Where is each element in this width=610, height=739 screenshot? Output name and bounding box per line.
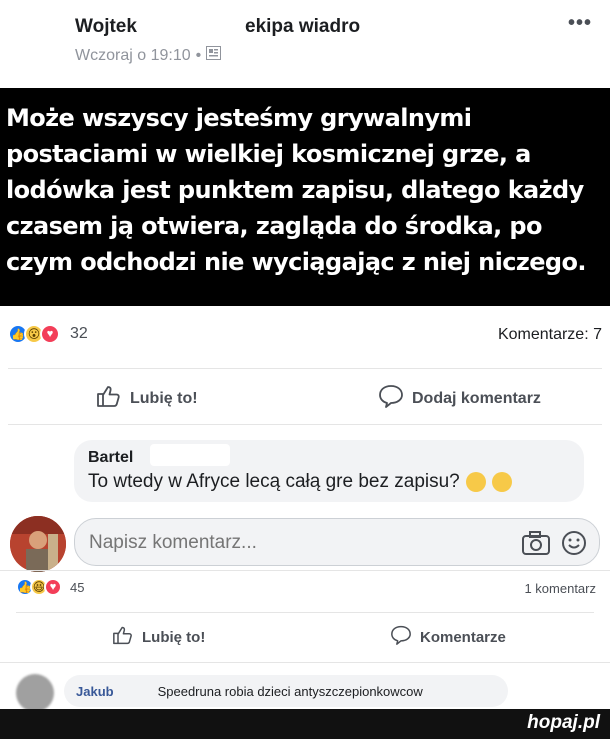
neutral-emoji-icon — [491, 472, 512, 492]
name-redaction — [150, 444, 230, 466]
comment-input[interactable] — [89, 530, 489, 556]
like-label: Lubię to! — [130, 389, 198, 407]
thumbs-up-icon — [96, 384, 122, 413]
more-options-button[interactable]: ••• — [568, 12, 592, 35]
reactions-summary-2[interactable]: 👍 😆 ♥ 45 — [16, 578, 84, 596]
comments-count[interactable]: Komentarze: 7 — [498, 326, 602, 344]
post-group[interactable]: ekipa wiadro — [245, 16, 360, 38]
thumbs-up-icon — [112, 625, 134, 649]
camera-icon[interactable] — [521, 530, 551, 561]
post-author[interactable]: Wojtek — [75, 16, 137, 38]
add-comment-label: Dodaj komentarz — [412, 389, 541, 407]
comments-count[interactable]: 1 komentarz — [524, 581, 596, 596]
emoji-icon[interactable] — [561, 530, 587, 561]
add-comment-button[interactable]: Dodaj komentarz — [378, 384, 541, 413]
group-audience-icon — [206, 46, 222, 65]
reply-bubble: Jakub Speedruna robia dzieci antyszczepi… — [64, 675, 508, 707]
reactions-count: 45 — [70, 579, 85, 595]
divider — [16, 612, 594, 613]
comment-bubble-icon — [378, 384, 404, 413]
comments-button[interactable]: Komentarze — [390, 625, 506, 649]
watermark-text: hopaj.pl — [527, 712, 600, 733]
reaction-icons: 👍 😮 ♥ — [8, 324, 60, 344]
meta-dot: • — [195, 46, 202, 64]
post-quote-text: Może wszyscy jesteśmy grywalnymi postaci… — [6, 104, 586, 276]
like-label: Lubię to! — [142, 628, 206, 646]
love-reaction-icon: ♥ — [44, 578, 62, 596]
comment-bubble-icon — [390, 625, 412, 649]
comments-label: Komentarze — [420, 628, 506, 646]
post-meta: Wczoraj o 19:10 • — [75, 46, 222, 65]
like-button[interactable]: Lubię to! — [96, 384, 198, 413]
reply-author[interactable]: Jakub — [76, 684, 114, 699]
avatar[interactable] — [16, 674, 54, 712]
divider — [8, 424, 602, 425]
post-timestamp[interactable]: Wczoraj o 19:10 — [75, 47, 191, 65]
like-button-2[interactable]: Lubię to! — [112, 625, 205, 649]
reply-text: Speedruna robia dzieci antyszczepionkowc… — [157, 683, 423, 699]
reactions-count: 32 — [70, 325, 88, 342]
reactions-summary[interactable]: 👍 😮 ♥ 32 — [8, 324, 88, 344]
divider — [0, 570, 610, 571]
love-reaction-icon: ♥ — [40, 324, 60, 344]
divider — [0, 662, 610, 663]
thinking-emoji-icon — [465, 472, 486, 492]
comment-composer[interactable] — [74, 518, 600, 566]
reaction-icons: 👍 😆 ♥ — [16, 578, 62, 596]
divider — [8, 368, 602, 369]
watermark-bar — [0, 709, 610, 739]
post-image: Może wszyscy jesteśmy grywalnymi postaci… — [0, 88, 610, 306]
comment-text: To wtedy w Afryce lecą całą gre bez zapi… — [88, 471, 460, 492]
avatar[interactable] — [10, 516, 66, 572]
